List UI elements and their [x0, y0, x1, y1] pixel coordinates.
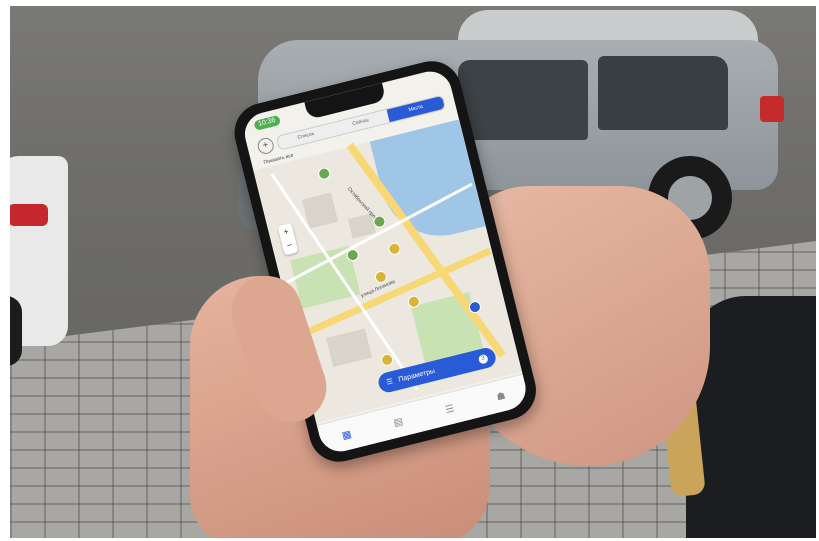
suv-window-rear — [598, 56, 728, 130]
tab-places[interactable]: Места — [386, 95, 445, 122]
nav-map-icon[interactable]: ▦ — [341, 428, 353, 441]
nav-profile-icon[interactable]: ☗ — [495, 390, 506, 403]
photo-scene: 10:36 + Список Сейчас Места Показать все — [10, 6, 816, 538]
zoom-control: + − — [277, 223, 299, 256]
zoom-out-button[interactable]: − — [281, 237, 298, 254]
map-pin[interactable] — [387, 241, 402, 257]
white-car — [10, 156, 68, 366]
status-time: 10:36 — [253, 114, 281, 131]
car-wheel — [10, 296, 22, 366]
nav-menu-icon[interactable]: ☰ — [444, 403, 455, 416]
tab-now[interactable]: Сейчас — [332, 109, 390, 135]
tail-light — [10, 204, 48, 226]
add-button[interactable]: + — [256, 136, 276, 156]
suv-tail-light — [760, 96, 784, 122]
filter-count-badge: 3 — [477, 353, 489, 365]
tab-list[interactable]: Список — [277, 123, 335, 149]
parameters-label: Параметры — [397, 367, 436, 384]
map-pin[interactable] — [316, 166, 332, 181]
nav-list-icon[interactable]: ▤ — [392, 416, 404, 429]
filter-icon: ☰ — [385, 378, 394, 387]
suv-window-front — [458, 60, 588, 140]
building — [326, 328, 373, 368]
